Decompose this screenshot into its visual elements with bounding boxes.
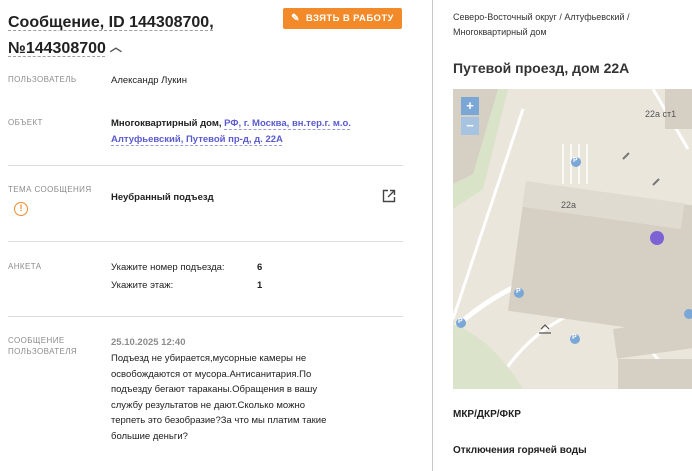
object-marker[interactable] <box>650 231 664 245</box>
user-value: Александр Лукин <box>111 75 187 86</box>
survey-answer: 6 <box>257 262 263 273</box>
object-address-title: Путевой проезд, дом 22А <box>453 60 630 76</box>
message-text: Подъезд не убирается,мусорные камеры не … <box>111 353 327 442</box>
survey-question: Укажите этаж: <box>111 280 174 291</box>
external-link-icon[interactable] <box>382 189 396 203</box>
parking-letter: P <box>572 334 577 341</box>
pencil-icon: ✎ <box>291 13 300 24</box>
survey-label: АНКЕТА <box>8 262 42 271</box>
map-building-label: 22а ст1 <box>645 109 677 119</box>
user-label: ПОЛЬЗОВАТЕЛЬ <box>8 75 77 84</box>
map-building-label: 22а <box>561 200 577 210</box>
parking-letter: P <box>516 288 521 295</box>
topic-value: Неубранный подъезд <box>111 192 214 203</box>
message-date: 25.10.2025 12:40 <box>111 337 186 348</box>
object-type: Многоквартирный дом, <box>111 118 225 129</box>
object-value: Многоквартирный дом, РФ, г. Москва, вн.т… <box>111 116 381 148</box>
section-hot-water-outages[interactable]: Отключения горячей воды <box>453 445 587 456</box>
message-label: СООБЩЕНИЕ ПОЛЬЗОВАТЕЛЯ <box>8 335 98 357</box>
section-repair-programs[interactable]: МКР/ДКР/ФКР <box>453 409 521 420</box>
topic-label-line2: СООБЩЕНИЯ <box>34 185 92 194</box>
warning-icon: ! <box>14 202 28 216</box>
map[interactable]: + − 22а 22а ст1 P P P P <box>453 89 692 389</box>
chevron-up-icon[interactable]: ︿ <box>110 35 122 60</box>
parking-letter: P <box>458 318 463 325</box>
take-to-work-label: ВЗЯТЬ В РАБОТУ <box>305 13 394 24</box>
topic-label-line1: ТЕМА <box>8 185 32 194</box>
breadcrumb: Северо-Восточный округ / Алтуфьевский / … <box>453 12 630 37</box>
divider <box>8 316 403 317</box>
message-label-line2: ПОЛЬЗОВАТЕЛЯ <box>8 347 78 356</box>
zoom-in-button[interactable]: + <box>461 97 479 115</box>
take-to-work-button[interactable]: ✎ ВЗЯТЬ В РАБОТУ <box>283 8 402 29</box>
zoom-out-button[interactable]: − <box>461 117 479 135</box>
panel-divider <box>432 0 433 471</box>
object-label: ОБЪЕКТ <box>8 118 43 127</box>
message-title[interactable]: Сообщение, ID 144308700, №144308700 ︿ <box>8 10 278 61</box>
survey-answer: 1 <box>257 280 263 291</box>
object-panel: Северо-Восточный округ / Алтуфьевский / … <box>434 0 692 471</box>
parking-letter: P <box>573 157 578 164</box>
map-canvas[interactable] <box>453 89 692 389</box>
topic-label: ТЕМА СООБЩЕНИЯ <box>8 184 92 195</box>
message-label-line1: СООБЩЕНИЕ <box>8 336 65 345</box>
divider <box>8 165 403 166</box>
message-panel: Сообщение, ID 144308700, №144308700 ︿ ✎ В… <box>0 0 410 471</box>
divider <box>8 241 403 242</box>
survey-question: Укажите номер подъезда: <box>111 262 225 273</box>
